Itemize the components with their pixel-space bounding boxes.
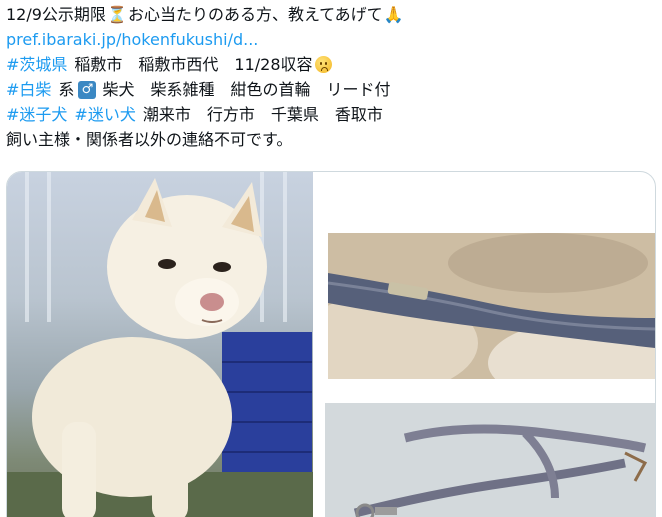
dog-description-text: 柴犬 柴系雑種 紺色の首輪 リード付 (102, 80, 391, 99)
folded-hands-icon: 🙏 (383, 5, 404, 24)
tweet-text: 12/9公示期限 ⏳ お心当たりのある方、教えてあげて 🙏 pref.ibara… (6, 2, 656, 152)
male-sign-icon: ♂ (78, 80, 97, 99)
hashtag-white-shiba[interactable]: #白柴 (6, 77, 51, 102)
white-shiba-dog-photo[interactable] (7, 172, 313, 517)
request-text: お心当たりのある方、教えてあげて (127, 5, 383, 24)
hourglass-icon: ⏳ (106, 5, 127, 24)
worried-face-icon (314, 56, 332, 73)
areas-text: 潮来市 行方市 千葉県 香取市 (142, 105, 383, 124)
tweet-line-5: #迷子犬 #迷い犬 潮来市 行方市 千葉県 香取市 (6, 102, 656, 127)
type-suffix-text: 系 (58, 80, 75, 99)
contact-notice-text: 飼い主様・関係者以外の連絡不可です。 (6, 130, 293, 149)
tweet-line-4: #白柴 系 ♂ 柴犬 柴系雑種 紺色の首輪 リード付 (6, 77, 656, 102)
leash-photo[interactable] (325, 403, 655, 517)
tweet-line-6: 飼い主様・関係者以外の連絡不可です。 (6, 127, 656, 152)
tweet-line-1: 12/9公示期限 ⏳ お心当たりのある方、教えてあげて 🙏 (6, 2, 656, 27)
prefecture-link[interactable]: pref.ibaraki.jp/hokenfukushi/d... (6, 27, 258, 52)
hashtag-stray-dog[interactable]: #迷い犬 (74, 102, 135, 127)
deadline-text: 12/9公示期限 (6, 5, 106, 24)
hashtag-ibaraki[interactable]: #茨城県 (6, 52, 67, 77)
location-date-text: 稲敷市 稲敷市西代 11/28収容 (74, 55, 313, 74)
tweet-line-3: #茨城県 稲敷市 稲敷市西代 11/28収容 (6, 52, 656, 77)
media-grid (6, 171, 656, 517)
navy-collar-closeup-photo[interactable] (328, 233, 655, 379)
hashtag-lost-dog[interactable]: #迷子犬 (6, 102, 67, 127)
tweet-line-2: pref.ibaraki.jp/hokenfukushi/d... (6, 27, 656, 52)
